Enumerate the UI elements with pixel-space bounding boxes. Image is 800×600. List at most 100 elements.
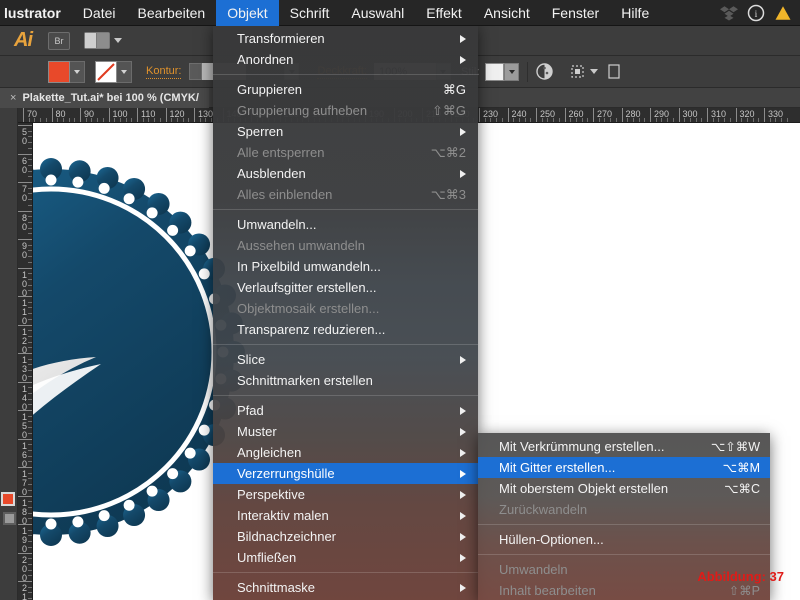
object-menu-item[interactable]: Umwandeln...	[213, 214, 478, 235]
fill-swatch[interactable]	[48, 60, 70, 83]
menubar-item-hilfe[interactable]: Hilfe	[610, 0, 660, 26]
object-menu-item[interactable]: Bildnachzeichner	[213, 526, 478, 547]
object-menu-dropdown[interactable]: Transformieren Anordnen Gruppieren ⌘G Gruppi…	[213, 24, 478, 600]
ruler-minor-tick	[501, 118, 503, 122]
object-menu-item[interactable]: Gruppieren ⌘G	[213, 79, 478, 100]
ruler-minor-tick	[28, 592, 32, 594]
object-menu-item-label: Interaktiv malen	[237, 508, 329, 523]
ruler-minor-tick	[68, 118, 70, 122]
ruler-minor-tick	[570, 118, 572, 122]
menu-shortcut: ⌥⌘2	[430, 144, 466, 160]
ruler-minor-tick	[644, 118, 646, 122]
object-menu-item-label: Verlaufsgitter erstellen...	[237, 280, 377, 295]
ruler-minor-tick	[85, 118, 87, 122]
object-menu-item[interactable]: Angleichen	[213, 442, 478, 463]
menu-shortcut: ⌥⌘C	[724, 482, 760, 496]
submenu-item[interactable]: Mit Verkrümmung erstellen... ⌥⇧⌘W	[478, 436, 770, 457]
ruler-minor-tick	[701, 118, 703, 122]
ruler-minor-tick	[775, 118, 777, 122]
bridge-button[interactable]: Br	[48, 31, 70, 50]
warning-triangle-icon[interactable]	[774, 4, 792, 22]
ruler-minor-tick	[28, 313, 32, 315]
ruler-minor-tick	[28, 541, 32, 543]
ruler-minor-tick	[718, 118, 720, 122]
ruler-minor-tick	[28, 301, 32, 303]
ruler-minor-tick	[684, 118, 686, 122]
object-menu-item[interactable]: Verlaufsgitter erstellen...	[213, 277, 478, 298]
arrange-documents-icon[interactable]	[84, 32, 110, 49]
ruler-minor-tick	[131, 118, 133, 122]
document-tab[interactable]: × Plakette_Tut.ai* bei 100 % (CMYK/	[0, 87, 209, 108]
menu-shortcut: ⇧⌘G	[431, 102, 466, 118]
submenu-item[interactable]: Mit Gitter erstellen... ⌥⌘M	[478, 457, 770, 478]
object-menu-item[interactable]: Perspektive	[213, 484, 478, 505]
object-menu-item[interactable]: Transformieren	[213, 28, 478, 49]
close-icon[interactable]: ×	[10, 92, 16, 104]
menubar-item-fenster[interactable]: Fenster	[541, 0, 610, 26]
transform-panel-icon[interactable]	[608, 63, 620, 80]
ruler-minor-tick	[28, 261, 32, 263]
info-circle-icon[interactable]: i	[747, 4, 765, 22]
ruler-minor-tick	[661, 118, 663, 122]
object-menu-item[interactable]: Sperren	[213, 121, 478, 142]
object-menu-item[interactable]: Pfad	[213, 400, 478, 421]
object-menu-item[interactable]: Schnittmaske	[213, 577, 478, 598]
graphic-style-swatch[interactable]	[485, 62, 505, 81]
stroke-weight-label[interactable]: Kontur:	[146, 65, 182, 79]
ruler-minor-tick	[28, 136, 32, 138]
ruler-minor-tick	[28, 307, 32, 309]
ruler-minor-tick	[712, 118, 714, 122]
ruler-minor-tick	[45, 118, 47, 122]
fill-swatch-dropdown[interactable]	[70, 60, 85, 83]
fill-swatch-group[interactable]	[48, 60, 85, 83]
object-menu-item[interactable]: Verzerrungshülle	[213, 463, 478, 484]
object-menu-item[interactable]: Umfließen	[213, 547, 478, 568]
os-menu-bar[interactable]: lustrator Datei Bearbeiten Objekt Schrift Au…	[0, 0, 800, 26]
menubar-item-effekt[interactable]: Effekt	[415, 0, 473, 26]
ruler-minor-tick	[205, 118, 207, 122]
object-menu-item[interactable]: Schnittmarken erstellen	[213, 370, 478, 391]
ruler-minor-tick	[729, 118, 731, 122]
object-menu-item[interactable]: Ausblenden	[213, 163, 478, 184]
object-menu-item-label: Pfad	[237, 403, 264, 418]
fill-color-indicator[interactable]	[1, 492, 15, 506]
object-menu-item: Aussehen umwandeln	[213, 235, 478, 256]
menubar-item-ansicht[interactable]: Ansicht	[473, 0, 541, 26]
menu-shortcut: ⌘G	[442, 81, 466, 97]
menubar-app-name[interactable]: lustrator	[0, 0, 72, 26]
object-menu-item[interactable]: In Pixelbild umwandeln...	[213, 256, 478, 277]
left-toolbar-rail[interactable]	[0, 88, 18, 600]
submenu-item[interactable]: Hüllen-Optionen...	[478, 529, 770, 550]
ruler-minor-tick	[28, 164, 32, 166]
opacity-grid-icon[interactable]	[536, 63, 554, 80]
submenu-arrow-icon	[460, 511, 466, 520]
arrange-documents-chevron[interactable]	[114, 38, 122, 43]
stroke-color-indicator[interactable]	[3, 512, 16, 525]
submenu-item[interactable]: Mit oberstem Objekt erstellen ⌥⌘C	[478, 478, 770, 499]
graphic-style-dropdown[interactable]	[504, 62, 520, 81]
ruler-minor-tick	[615, 118, 617, 122]
stroke-swatch-dropdown[interactable]	[117, 60, 132, 83]
ruler-minor-tick	[148, 118, 150, 122]
stroke-swatch-group[interactable]	[95, 60, 132, 83]
vertical-ruler[interactable]: 50 60 70 80 90 100 110 120 130 140 150 160 170 180 190…	[18, 123, 33, 600]
menubar-item-datei[interactable]: Datei	[72, 0, 127, 26]
ruler-minor-tick	[28, 455, 32, 457]
object-menu-item[interactable]: Muster	[213, 421, 478, 442]
object-menu-item[interactable]: Slice	[213, 349, 478, 370]
menubar-item-auswahl[interactable]: Auswahl	[340, 0, 415, 26]
stroke-weight-stepper[interactable]	[189, 63, 203, 80]
ruler-minor-tick	[541, 118, 543, 122]
menubar-item-objekt[interactable]: Objekt	[216, 0, 279, 26]
align-objects-icon[interactable]	[569, 63, 586, 80]
object-menu-item[interactable]: Interaktiv malen	[213, 505, 478, 526]
menu-separator	[213, 74, 478, 75]
object-menu-item[interactable]: Transparenz reduzieren...	[213, 319, 478, 340]
object-menu-item[interactable]: Anordnen	[213, 49, 478, 70]
menubar-item-bearbeiten[interactable]: Bearbeiten	[126, 0, 216, 26]
menubar-item-schrift[interactable]: Schrift	[279, 0, 341, 26]
stroke-swatch-none[interactable]	[95, 60, 117, 83]
ruler-minor-tick	[524, 118, 526, 122]
object-menu-item-label: Anordnen	[237, 52, 294, 67]
dropbox-icon[interactable]	[720, 4, 738, 22]
